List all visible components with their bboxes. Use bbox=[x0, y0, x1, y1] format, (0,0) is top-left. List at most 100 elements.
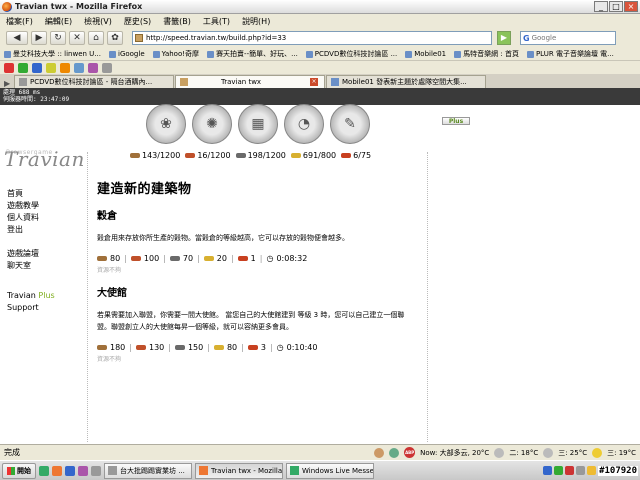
weather-icon bbox=[494, 447, 505, 458]
quicklaunch-icon[interactable] bbox=[78, 465, 88, 476]
bookmark-item[interactable]: Yahoo!奇摩 bbox=[152, 49, 199, 59]
weather-forecast-3[interactable]: 三: 19°C bbox=[607, 448, 636, 458]
bookmark-icon bbox=[305, 50, 313, 58]
nav-travian-plus[interactable]: Travian Plus bbox=[7, 290, 55, 302]
iron-icon bbox=[174, 345, 185, 350]
addon-icon[interactable] bbox=[32, 62, 42, 73]
bookmark-icon bbox=[405, 50, 413, 58]
travian-logo[interactable]: Travian bbox=[4, 147, 85, 171]
nav-profile[interactable]: 個人資料 bbox=[7, 212, 55, 224]
menu-bar: 檔案(F) 編輯(E) 檢視(V) 歷史(S) 書籤(B) 工具(T) 說明(H… bbox=[0, 14, 640, 28]
extension-button[interactable]: ✿ bbox=[107, 31, 123, 45]
nav-logout[interactable]: 登出 bbox=[7, 224, 55, 236]
nav-tutorial[interactable]: 遊戲教學 bbox=[7, 200, 55, 212]
crop-icon bbox=[213, 345, 224, 350]
tray-icon[interactable] bbox=[565, 466, 575, 475]
url-bar[interactable] bbox=[132, 31, 492, 45]
start-button[interactable]: 開始 bbox=[2, 462, 36, 479]
tab-close-icon[interactable]: × bbox=[310, 78, 318, 86]
addon-icon[interactable] bbox=[74, 62, 84, 73]
quicklaunch-icon[interactable] bbox=[65, 465, 75, 476]
weather-forecast-1[interactable]: 二: 18°C bbox=[509, 448, 538, 458]
tray-icon[interactable] bbox=[587, 466, 597, 475]
nav-forum[interactable]: 遊戲論壇 bbox=[7, 248, 55, 260]
bookmark-item[interactable]: 賽天拍賣--簡單、好玩、... bbox=[207, 49, 298, 59]
search-input[interactable] bbox=[531, 34, 612, 42]
crop-icon bbox=[203, 256, 214, 261]
tab-mobile01[interactable]: Mobile01 發表新主題於處隊空間大集... bbox=[326, 75, 486, 88]
crop-resource: 691/800 bbox=[290, 151, 336, 160]
consumption-icon bbox=[237, 256, 248, 261]
statistics-icon[interactable]: ◔ bbox=[284, 104, 324, 144]
taskbar: 開始 台大批踢踢實業坊 ... Travian twx - Mozilla ..… bbox=[0, 460, 640, 480]
url-input[interactable] bbox=[146, 34, 476, 42]
firefox-quicklaunch-icon[interactable] bbox=[52, 465, 62, 476]
quicklaunch-icon[interactable] bbox=[39, 465, 49, 476]
taskbar-item-messenger[interactable]: Windows Live Messen... bbox=[286, 462, 374, 479]
tab-list-arrow-icon[interactable]: ▶ bbox=[4, 79, 14, 88]
bookmark-item[interactable]: PLUR 電子音樂論壇 電... bbox=[526, 49, 614, 59]
home-button[interactable]: ⌂ bbox=[88, 31, 104, 45]
nav-home[interactable]: 首頁 bbox=[7, 188, 55, 200]
menu-history[interactable]: 歷史(S) bbox=[124, 16, 151, 27]
taskbar-item-ptt[interactable]: 台大批踢踢實業坊 ... bbox=[104, 462, 192, 479]
building-name[interactable]: 大使館 bbox=[97, 284, 417, 299]
windows-logo-icon bbox=[7, 466, 15, 475]
nav-support[interactable]: Support bbox=[7, 302, 55, 314]
tab-travian[interactable]: Travian twx × bbox=[175, 75, 325, 88]
menu-file[interactable]: 檔案(F) bbox=[6, 16, 33, 27]
reload-button[interactable]: ↻ bbox=[50, 31, 66, 45]
weather-forecast-2[interactable]: 三: 25°C bbox=[558, 448, 587, 458]
addon-icon[interactable] bbox=[18, 62, 28, 73]
bookmark-item[interactable]: Mobile01 bbox=[405, 50, 446, 58]
close-button[interactable]: × bbox=[624, 1, 638, 12]
main-content: 建造新的建築物 穀倉 穀倉用來存放你所生產的穀物。當穀倉的等級越高，它可以存放的… bbox=[97, 178, 417, 373]
addon-status-icon[interactable] bbox=[389, 447, 400, 458]
addon-icon[interactable] bbox=[60, 62, 70, 73]
quicklaunch-icon[interactable] bbox=[91, 465, 101, 476]
bookmark-item[interactable]: PCDVD數位科技討論區 ... bbox=[305, 49, 397, 59]
map-icon[interactable]: ▦ bbox=[238, 104, 278, 144]
adblock-icon[interactable]: ABP bbox=[404, 447, 416, 458]
menu-tools[interactable]: 工具(T) bbox=[203, 16, 230, 27]
menu-help[interactable]: 說明(H) bbox=[242, 16, 270, 27]
back-button[interactable]: ◀ bbox=[6, 31, 28, 45]
menu-edit[interactable]: 編輯(E) bbox=[45, 16, 72, 27]
village-center-icon[interactable]: ✺ bbox=[192, 104, 232, 144]
bookmark-item[interactable]: 馬特音樂網 : 首頁 bbox=[454, 49, 519, 59]
addon-icon[interactable] bbox=[46, 62, 56, 73]
status-bar: 完成 ABP Now: 大部多云, 20°C 二: 18°C 三: 25°C 三… bbox=[0, 444, 640, 460]
lumber-resource: 143/1200 bbox=[130, 151, 180, 160]
weather-now[interactable]: Now: 大部多云, 20°C bbox=[420, 448, 489, 458]
addon-status-icon[interactable] bbox=[374, 447, 385, 458]
addon-icon[interactable] bbox=[102, 62, 112, 73]
clay-icon bbox=[185, 153, 196, 158]
addon-icon[interactable] bbox=[88, 62, 98, 73]
lumber-icon bbox=[97, 256, 107, 261]
taskbar-item-firefox[interactable]: Travian twx - Mozilla ... bbox=[195, 462, 283, 479]
maximize-button[interactable]: □ bbox=[609, 1, 623, 12]
tray-icon[interactable] bbox=[543, 466, 553, 475]
go-button[interactable]: ▶ bbox=[497, 31, 511, 45]
tray-icon[interactable] bbox=[576, 466, 586, 475]
search-box[interactable]: G bbox=[520, 31, 616, 45]
forward-button[interactable]: ▶ bbox=[31, 31, 47, 45]
plus-button[interactable]: Plus bbox=[442, 117, 470, 125]
village-overview-icon[interactable]: ❀ bbox=[146, 104, 186, 144]
menu-view[interactable]: 檢視(V) bbox=[84, 16, 112, 27]
reports-icon[interactable]: ✎ bbox=[330, 104, 370, 144]
bookmark-item[interactable]: 曼艾科技大學 :: linwen U... bbox=[4, 49, 101, 59]
bookmark-item[interactable]: iGoogle bbox=[109, 50, 145, 58]
messenger-icon bbox=[290, 466, 299, 475]
minimize-button[interactable]: _ bbox=[594, 1, 608, 12]
tab-favicon bbox=[331, 78, 339, 86]
building-name[interactable]: 穀倉 bbox=[97, 207, 417, 222]
tab-pcdvd[interactable]: PCDVD數位科技討論區 - 隔台酒購內... bbox=[14, 75, 174, 88]
menu-bookmarks[interactable]: 書籤(B) bbox=[163, 16, 191, 27]
status-right: ABP Now: 大部多云, 20°C 二: 18°C 三: 25°C 三: 1… bbox=[374, 447, 640, 458]
tray-icon[interactable] bbox=[554, 466, 564, 475]
stop-button[interactable]: ✕ bbox=[69, 31, 85, 45]
window-titlebar[interactable]: Travian twx - Mozilla Firefox _ □ × bbox=[0, 0, 640, 14]
nav-chat[interactable]: 聊天室 bbox=[7, 260, 55, 272]
addon-icon[interactable] bbox=[4, 62, 14, 73]
